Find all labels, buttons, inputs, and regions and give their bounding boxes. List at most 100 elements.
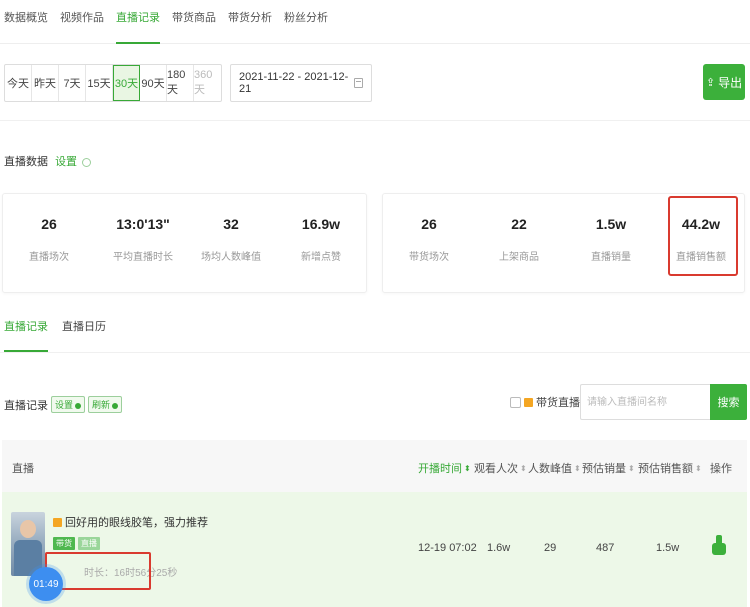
goods-badge-icon bbox=[524, 397, 533, 407]
tab-live-records[interactable]: 直播记录 bbox=[116, 0, 160, 44]
stat-label: 直播销量 bbox=[591, 252, 631, 263]
table-header: 直播 开播时间 ⬍ 观看人次 ⬍ 人数峰值 ⬍ 预估销量 ⬍ 预估销售额 ⬍ 操作 bbox=[2, 440, 747, 492]
tab-fans-analysis[interactable]: 粉丝分析 bbox=[284, 0, 328, 44]
stat-value: 26 bbox=[421, 216, 437, 232]
header-viewers[interactable]: 观看人次 ⬍ bbox=[474, 460, 527, 476]
header-action: 操作 bbox=[710, 463, 732, 475]
stat-value: 13:0'13" bbox=[116, 216, 170, 232]
live-title[interactable]: 回好用的眼线胶笔，强力推荐 bbox=[53, 514, 208, 530]
help-icon[interactable] bbox=[82, 157, 92, 167]
goods-live-filter[interactable]: 带货直播 bbox=[510, 394, 580, 410]
stat-label: 场均人数峰值 bbox=[201, 252, 261, 263]
divider bbox=[0, 120, 750, 121]
stat-avg-peak: 32 场均人数峰值 bbox=[191, 216, 271, 263]
calendar-icon bbox=[354, 78, 363, 88]
record-setting-label: 设置 bbox=[55, 400, 74, 410]
tab-video-works[interactable]: 视频作品 bbox=[60, 0, 104, 44]
range-group: 今天 昨天 7天 15天 30天 90天 180天 360天 bbox=[4, 64, 222, 102]
header-label: 预估销量 bbox=[582, 463, 626, 475]
range-360d[interactable]: 360天 bbox=[194, 65, 221, 101]
sort-icon: ⬍ bbox=[628, 463, 635, 473]
record-refresh-button[interactable]: 刷新 bbox=[88, 396, 123, 413]
cell-est-sales: 487 bbox=[596, 542, 615, 554]
sort-icon: ⬍ bbox=[464, 463, 471, 473]
range-15d[interactable]: 15天 bbox=[86, 65, 113, 101]
stat-live-count: 26 直播场次 bbox=[9, 216, 89, 263]
goods-live-filter-label: 带货直播 bbox=[536, 397, 580, 409]
stat-label: 带货场次 bbox=[409, 252, 449, 263]
header-start-time[interactable]: 开播时间 ⬍ bbox=[418, 460, 471, 476]
refresh-icon bbox=[112, 402, 119, 409]
sort-icon: ⬍ bbox=[574, 463, 581, 473]
stat-label: 平均直播时长 bbox=[113, 252, 173, 263]
tab-data-overview[interactable]: 数据概览 bbox=[4, 0, 48, 44]
range-7d[interactable]: 7天 bbox=[59, 65, 86, 101]
cell-start-time: 12-19 07:02 bbox=[418, 542, 477, 554]
header-est-sales[interactable]: 预估销量 ⬍ bbox=[582, 460, 635, 476]
range-row: 今天 昨天 7天 15天 30天 90天 180天 360天 2021-11-2… bbox=[4, 64, 372, 102]
gear-icon bbox=[75, 402, 82, 409]
tag-goods: 带货 bbox=[53, 537, 75, 550]
stat-avg-duration: 13:0'13" 平均直播时长 bbox=[103, 216, 183, 263]
search-button[interactable]: 搜索 bbox=[710, 384, 747, 420]
stat-label: 新增点赞 bbox=[301, 252, 341, 263]
cell-peak: 29 bbox=[544, 542, 557, 554]
stat-value: 1.5w bbox=[595, 216, 627, 232]
stat-label: 直播场次 bbox=[29, 252, 69, 263]
stat-new-likes: 16.9w 新增点赞 bbox=[281, 216, 361, 263]
record-refresh-label: 刷新 bbox=[92, 400, 111, 410]
stat-listed-goods: 22 上架商品 bbox=[479, 216, 559, 263]
sort-icon: ⬍ bbox=[695, 463, 702, 473]
top-tabs: 数据概览 视频作品 直播记录 带货商品 带货分析 粉丝分析 bbox=[0, 0, 750, 44]
tab-live-calendar[interactable]: 直播日历 bbox=[62, 316, 106, 352]
stat-value: 22 bbox=[511, 216, 527, 232]
header-live: 直播 bbox=[12, 463, 34, 475]
live-thumbnail[interactable] bbox=[11, 512, 45, 576]
avatar bbox=[20, 520, 36, 538]
goods-badge-icon bbox=[53, 517, 62, 527]
tab-goods-analysis[interactable]: 带货分析 bbox=[228, 0, 272, 44]
range-yesterday[interactable]: 昨天 bbox=[32, 65, 59, 101]
stat-value: 16.9w bbox=[301, 216, 341, 232]
header-label: 人数峰值 bbox=[528, 463, 572, 475]
stat-label: 上架商品 bbox=[499, 252, 539, 263]
live-tags: 带货 直播 bbox=[53, 537, 103, 550]
export-label: 导出 bbox=[718, 75, 743, 90]
range-today[interactable]: 今天 bbox=[5, 65, 32, 101]
range-180d[interactable]: 180天 bbox=[167, 65, 194, 101]
live-data-title-text: 直播数据 bbox=[4, 156, 48, 168]
range-90d[interactable]: 90天 bbox=[140, 65, 167, 101]
range-30d[interactable]: 30天 bbox=[113, 65, 140, 101]
recording-timer[interactable]: 01:49 bbox=[29, 567, 63, 601]
header-est-revenue[interactable]: 预估销售额 ⬍ bbox=[638, 460, 702, 476]
export-button[interactable]: ⇪ 导出 bbox=[703, 64, 745, 100]
sort-icon: ⬍ bbox=[520, 463, 527, 473]
chart-icon[interactable] bbox=[710, 535, 728, 557]
live-stats-card: 26 直播场次 13:0'13" 平均直播时长 32 场均人数峰值 16.9w … bbox=[2, 193, 367, 293]
stat-live-sales: 1.5w 直播销量 bbox=[571, 216, 651, 263]
tab-live-list[interactable]: 直播记录 bbox=[4, 316, 48, 352]
record-title-text: 直播记录 bbox=[4, 399, 48, 412]
header-label: 观看人次 bbox=[474, 463, 518, 475]
header-peak[interactable]: 人数峰值 ⬍ bbox=[528, 460, 581, 476]
record-title: 直播记录 设置 刷新 bbox=[4, 396, 123, 413]
date-range-picker[interactable]: 2021-11-22 - 2021-12-21 bbox=[230, 64, 372, 102]
live-data-setting-link[interactable]: 设置 bbox=[55, 156, 77, 168]
export-icon: ⇪ bbox=[705, 76, 716, 89]
cell-est-revenue: 1.5w bbox=[656, 542, 680, 554]
live-data-title: 直播数据 设置 bbox=[4, 153, 92, 169]
tab-goods[interactable]: 带货商品 bbox=[172, 0, 216, 44]
cell-viewers: 1.6w bbox=[487, 542, 511, 554]
record-setting-button[interactable]: 设置 bbox=[51, 396, 86, 413]
revenue-highlight-box bbox=[668, 196, 738, 276]
search-input[interactable] bbox=[580, 384, 710, 420]
stat-goods-live-count: 26 带货场次 bbox=[389, 216, 469, 263]
tag-live: 直播 bbox=[78, 537, 100, 550]
header-label: 预估销售额 bbox=[638, 463, 693, 475]
checkbox[interactable] bbox=[510, 396, 521, 408]
stat-value: 26 bbox=[41, 216, 57, 232]
header-label: 开播时间 bbox=[418, 463, 462, 475]
date-range-text: 2021-11-22 - 2021-12-21 bbox=[239, 71, 349, 95]
live-title-text: 回好用的眼线胶笔，强力推荐 bbox=[65, 517, 208, 529]
divider bbox=[0, 352, 750, 353]
